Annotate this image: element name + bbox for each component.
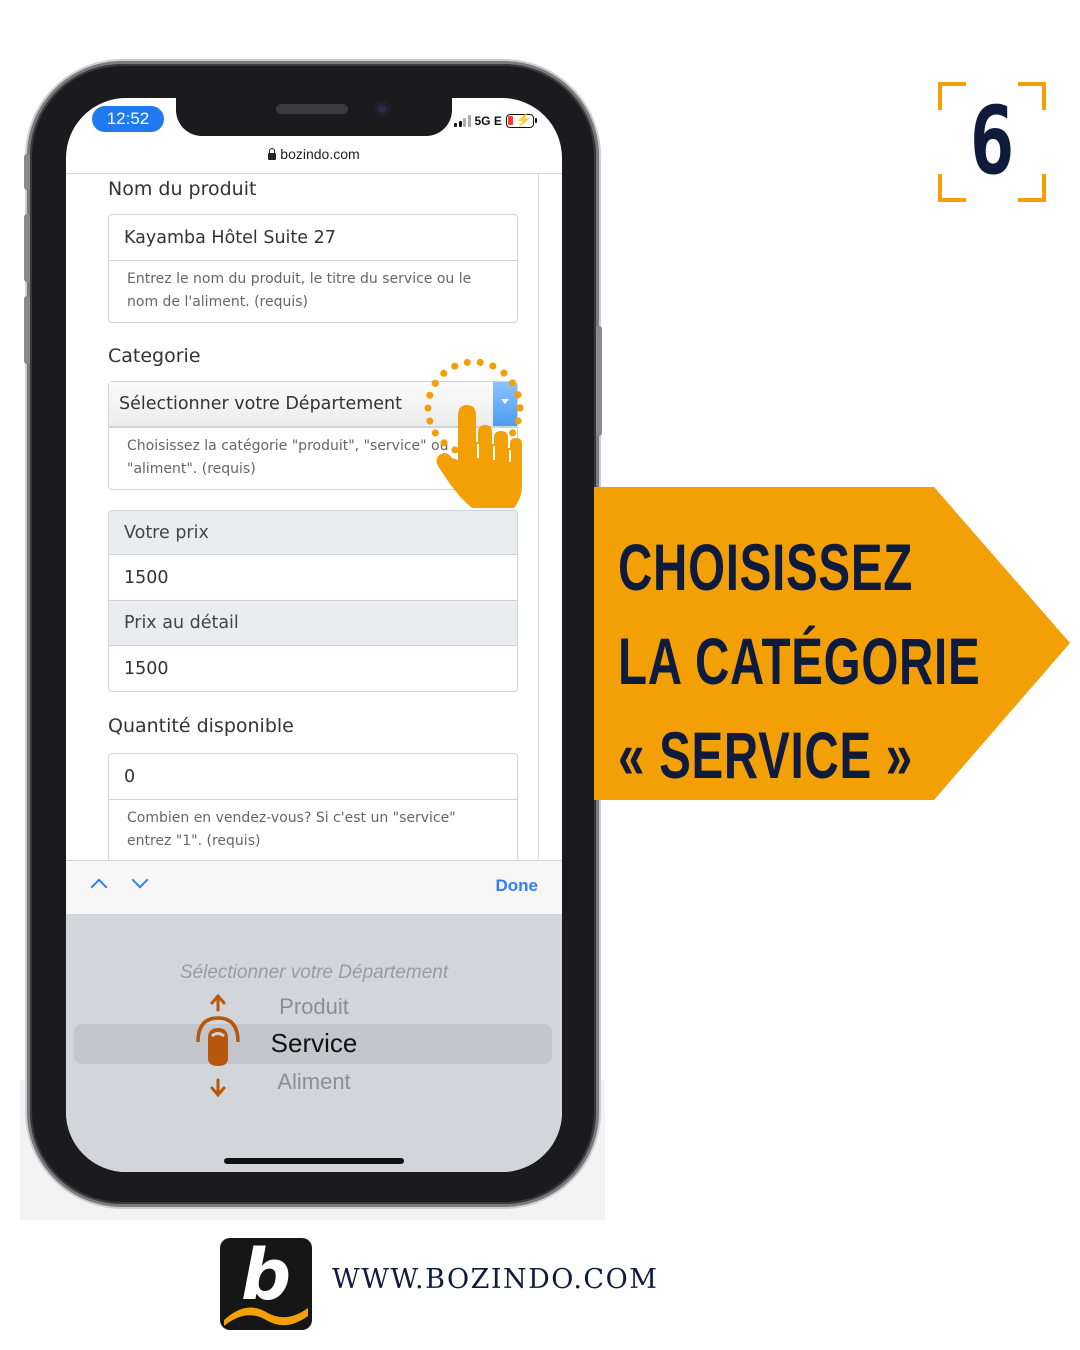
instruction-line-2: LA CATÉGORIE: [618, 624, 981, 698]
product-name-help: Entrez le nom du produit, le titre du se…: [109, 260, 517, 322]
quantity-help: Combien en vendez-vous? Si c'est un "ser…: [109, 799, 517, 861]
url-divider: [66, 173, 562, 174]
home-indicator: [224, 1158, 404, 1164]
product-name-label: Nom du produit: [108, 178, 257, 200]
step-badge: 6: [938, 82, 1046, 202]
price-label: Votre prix: [108, 510, 518, 555]
step-number: 6: [969, 87, 1015, 196]
product-name-input[interactable]: Kayamba Hôtel Suite 27: [109, 215, 517, 260]
instruction-text: CHOISISSEZ LA CATÉGORIE « SERVICE »: [618, 520, 981, 802]
logo-wave-icon: [224, 1307, 308, 1326]
instruction-line-1: CHOISISSEZ: [618, 530, 914, 604]
price-input[interactable]: 1500: [108, 555, 518, 601]
status-time: 12:52: [92, 106, 164, 132]
picker-option[interactable]: Aliment: [66, 1069, 562, 1095]
chevron-down-icon[interactable]: [131, 871, 149, 889]
picker-wheel[interactable]: Sélectionner votre Département Produit S…: [66, 914, 562, 1172]
chevron-up-icon[interactable]: [90, 878, 108, 896]
tap-gesture-icon: [424, 358, 524, 508]
retail-price-input[interactable]: 1500: [108, 646, 518, 692]
product-name-group: Kayamba Hôtel Suite 27 Entrez le nom du …: [108, 214, 518, 323]
power-button: [596, 326, 602, 436]
picker-option[interactable]: Produit: [66, 994, 562, 1020]
arrow-up-icon: [210, 994, 226, 1012]
swipe-gesture-icon: [196, 994, 240, 1098]
phone-screen: 12:52 5G E ⚡ bozindo.com Nom du produit …: [66, 98, 562, 1172]
quantity-input[interactable]: 0: [109, 754, 517, 799]
product-form: Nom du produit Kayamba Hôtel Suite 27 En…: [108, 176, 518, 862]
arrow-down-icon: [210, 1078, 226, 1098]
network-type: 5G E: [474, 114, 502, 128]
front-camera: [374, 101, 390, 117]
quantity-group: 0 Combien en vendez-vous? Si c'est un "s…: [108, 753, 518, 862]
volume-down-button: [24, 296, 30, 364]
website-url[interactable]: WWW.BOZINDO.COM: [332, 1264, 658, 1295]
status-indicators: 5G E ⚡: [454, 113, 537, 128]
notch: [176, 98, 452, 136]
quantity-label: Quantité disponible: [108, 715, 294, 737]
content-edge: [538, 174, 539, 859]
instruction-line-3: « SERVICE »: [618, 718, 913, 792]
url-text: bozindo.com: [280, 146, 360, 162]
volume-up-button: [24, 214, 30, 282]
mute-switch: [24, 154, 30, 190]
done-button[interactable]: Done: [496, 876, 539, 896]
picker-option-selected[interactable]: Service: [66, 1028, 562, 1059]
price-group: Votre prix 1500 Prix au détail 1500: [108, 510, 518, 692]
picker-option[interactable]: Sélectionner votre Département: [66, 962, 562, 984]
category-select-value: Sélectionner votre Département: [119, 394, 402, 414]
bozindo-logo: b: [220, 1238, 312, 1330]
signal-icon: [454, 115, 471, 127]
retail-price-label: Prix au détail: [108, 601, 518, 646]
speaker-grille: [276, 104, 348, 114]
lock-icon: [268, 148, 277, 160]
battery-icon: ⚡: [505, 113, 537, 128]
keyboard-accessory-bar: Done: [66, 860, 562, 914]
url-bar[interactable]: bozindo.com: [66, 146, 562, 162]
